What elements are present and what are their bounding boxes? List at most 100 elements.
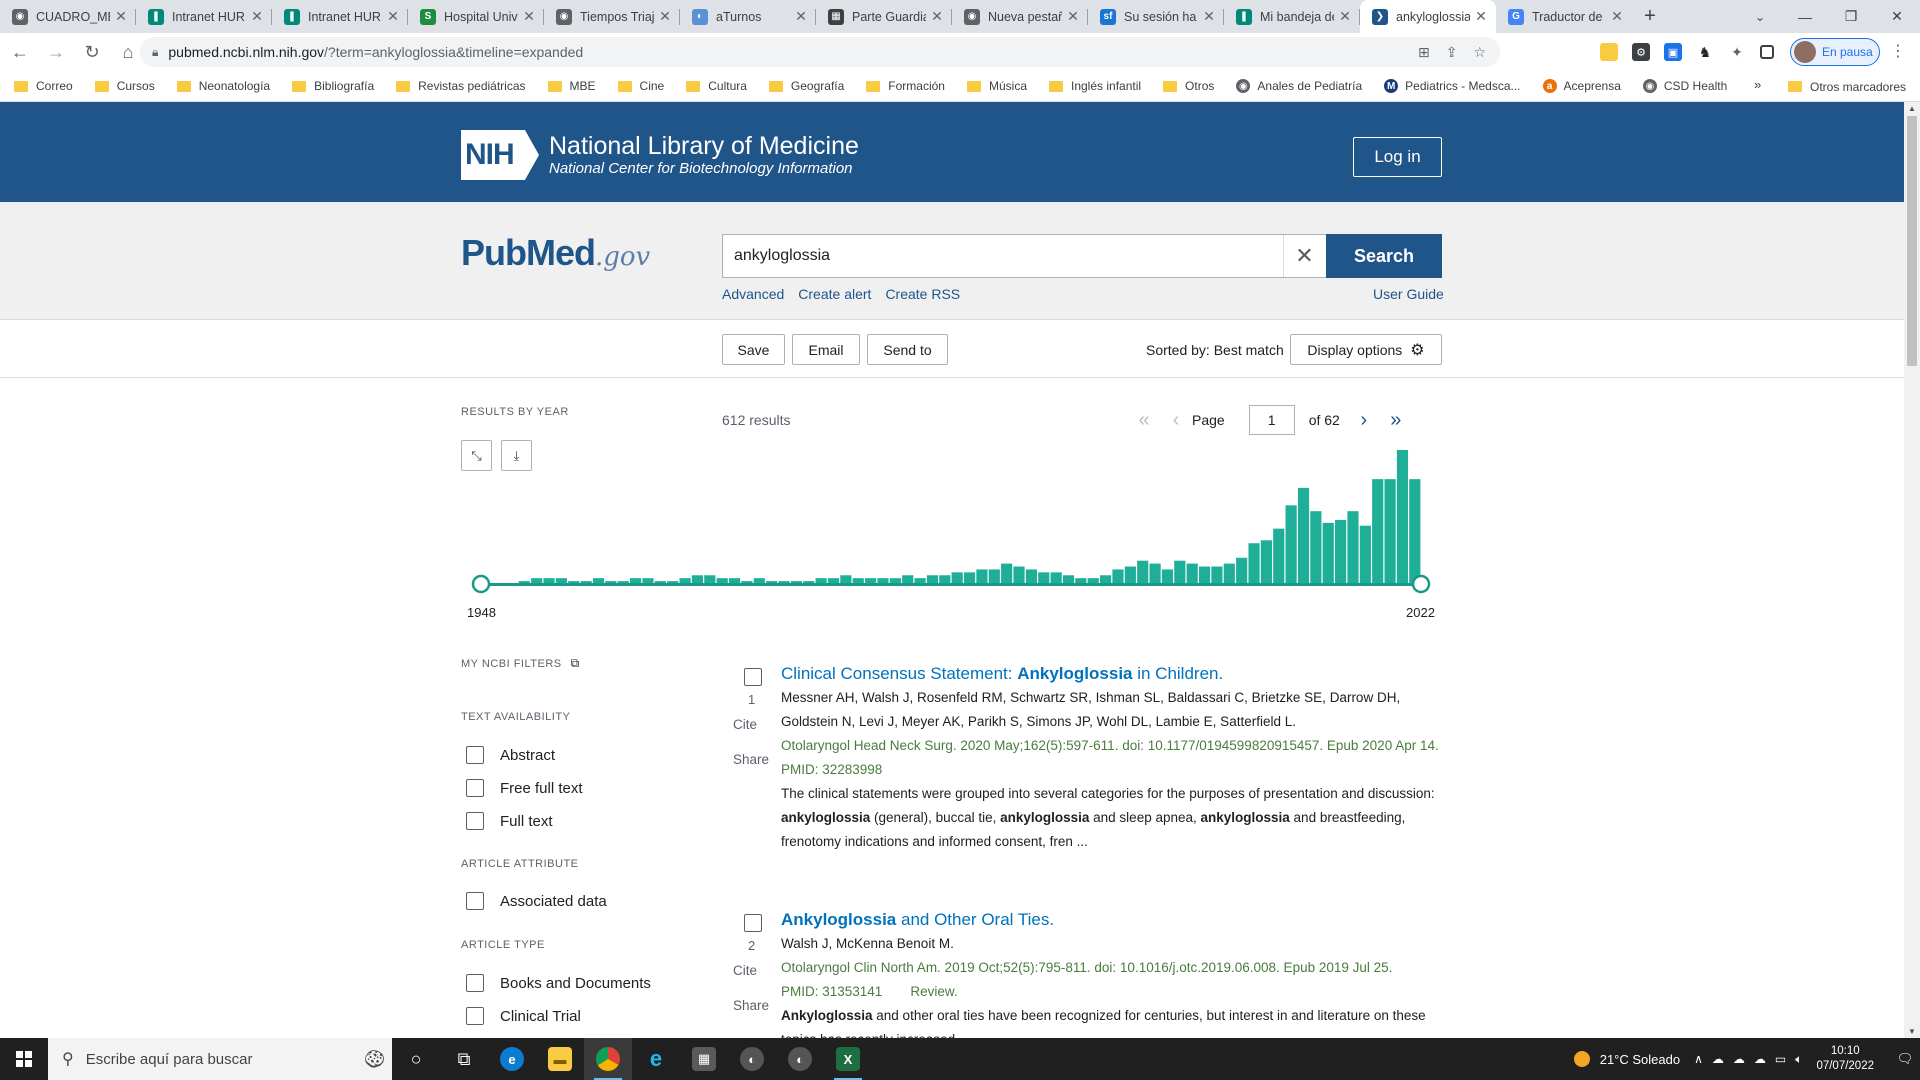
- share-button[interactable]: Share: [733, 752, 769, 767]
- last-page-icon[interactable]: »: [1380, 409, 1412, 432]
- year-bar[interactable]: [1211, 566, 1223, 584]
- cite-button[interactable]: Cite: [733, 717, 757, 732]
- bookmark-item[interactable]: Inglés infantil: [1049, 79, 1141, 93]
- tab-close-icon[interactable]: ✕: [658, 8, 672, 25]
- send-to-button[interactable]: Send to: [867, 334, 948, 365]
- year-bar[interactable]: [1409, 479, 1421, 584]
- onedrive-icon-3[interactable]: ☁: [1754, 1052, 1766, 1067]
- page-number-input[interactable]: 1: [1248, 405, 1295, 435]
- page-scrollbar[interactable]: ▲ ▼: [1904, 102, 1920, 1038]
- year-bar[interactable]: [840, 575, 852, 584]
- restore-icon[interactable]: ❐: [1828, 0, 1874, 33]
- filter-clinical-trial[interactable]: Clinical Trial: [466, 1007, 581, 1025]
- bookmark-item[interactable]: Música: [966, 79, 1027, 93]
- browser-tab[interactable]: ◉ CUADRO_ME ✕: [0, 0, 136, 33]
- search-button[interactable]: Search: [1326, 234, 1442, 278]
- year-bar[interactable]: [1050, 572, 1062, 584]
- internet-explorer-icon[interactable]: e: [632, 1038, 680, 1080]
- create-alert-link[interactable]: Create alert: [798, 286, 871, 302]
- browser-tab[interactable]: ▦ Parte Guardia ✕: [816, 0, 952, 33]
- bookmark-item[interactable]: Bibliografía: [292, 79, 374, 93]
- onedrive-icon[interactable]: ☁: [1712, 1052, 1724, 1067]
- tab-close-icon[interactable]: ✕: [1474, 8, 1488, 25]
- browser-tab[interactable]: ❚ Mi bandeja de ✕: [1224, 0, 1360, 33]
- year-bar[interactable]: [1001, 563, 1013, 584]
- bookmark-item[interactable]: Cine: [617, 79, 664, 93]
- bookmark-item[interactable]: Geografía: [768, 79, 844, 93]
- bookmark-item[interactable]: MBE: [547, 79, 596, 93]
- year-bar[interactable]: [963, 572, 976, 584]
- year-bar[interactable]: [1149, 563, 1161, 584]
- year-bar[interactable]: [1310, 511, 1322, 584]
- year-bar[interactable]: [1384, 479, 1396, 584]
- year-bar[interactable]: [1335, 519, 1347, 584]
- clock[interactable]: 10:10 07/07/2022: [1816, 1044, 1874, 1074]
- app-globe-icon-2[interactable]: ◐: [776, 1038, 824, 1080]
- tab-close-icon[interactable]: ✕: [386, 8, 400, 25]
- browser-tab[interactable]: ◐ aTurnos ✕: [680, 0, 816, 33]
- create-rss-link[interactable]: Create RSS: [885, 286, 960, 302]
- year-bar[interactable]: [1322, 522, 1334, 584]
- task-view-icon[interactable]: ⧉: [440, 1038, 488, 1080]
- bookmark-item[interactable]: M Pediatrics - Medsca...: [1384, 79, 1521, 93]
- year-bar[interactable]: [1137, 560, 1149, 584]
- volume-icon[interactable]: 🔈︎: [1795, 1052, 1802, 1067]
- year-bar[interactable]: [1297, 487, 1310, 584]
- tab-close-icon[interactable]: ✕: [794, 8, 808, 25]
- year-bar[interactable]: [1013, 566, 1025, 584]
- scroll-up-icon[interactable]: ▲: [1908, 104, 1916, 113]
- bookmark-item[interactable]: Otros: [1163, 79, 1214, 93]
- year-bar[interactable]: [1198, 566, 1211, 584]
- ext-bird-icon[interactable]: ♞: [1696, 43, 1714, 61]
- taskbar-search-box[interactable]: ⚲ Escribe aquí para buscar 🍪︎: [48, 1038, 392, 1080]
- bookmark-item[interactable]: Revistas pediátricas: [396, 79, 526, 93]
- tab-close-icon[interactable]: ✕: [1610, 8, 1624, 25]
- clear-search-icon[interactable]: ✕: [1283, 235, 1325, 277]
- display-options-button[interactable]: Display options ⚙: [1290, 334, 1442, 365]
- translate-icon[interactable]: ⊞: [1418, 44, 1430, 61]
- bookmark-star-icon[interactable]: ☆: [1473, 44, 1486, 61]
- profile-button[interactable]: En pausa: [1790, 38, 1880, 66]
- year-bar[interactable]: [1285, 505, 1297, 584]
- tab-close-icon[interactable]: ✕: [1202, 8, 1216, 25]
- file-explorer-icon[interactable]: ▬: [536, 1038, 584, 1080]
- my-ncbi-filters-label[interactable]: MY NCBI FILTERS ⧉: [461, 656, 580, 671]
- edge-icon[interactable]: e: [488, 1038, 536, 1080]
- share-button[interactable]: Share: [733, 998, 769, 1013]
- year-bar[interactable]: [939, 575, 951, 584]
- filter-full-text[interactable]: Full text: [466, 812, 553, 830]
- advanced-link[interactable]: Advanced: [722, 286, 784, 302]
- year-bar[interactable]: [1396, 450, 1409, 584]
- year-bar[interactable]: [976, 569, 988, 584]
- new-tab-icon[interactable]: +: [1632, 0, 1668, 33]
- filter-free-full-text[interactable]: Free full text: [466, 779, 583, 797]
- onedrive-icon-2[interactable]: ☁: [1733, 1052, 1745, 1067]
- start-button[interactable]: [0, 1038, 48, 1080]
- year-bar[interactable]: [988, 569, 1000, 584]
- bookmark-item[interactable]: Formación: [866, 79, 945, 93]
- bookmark-item[interactable]: Neonatología: [176, 79, 270, 93]
- results-by-year-chart[interactable]: [461, 442, 1443, 612]
- year-bar[interactable]: [1186, 563, 1198, 584]
- year-bar[interactable]: [1248, 543, 1260, 584]
- range-start-handle[interactable]: [471, 574, 491, 594]
- checkbox[interactable]: [466, 1007, 484, 1025]
- other-bookmarks[interactable]: Otros marcadores: [1788, 71, 1906, 102]
- share-icon[interactable]: ⇪: [1446, 44, 1458, 61]
- bookmark-item[interactable]: ◉ CSD Health: [1642, 79, 1727, 93]
- year-bar[interactable]: [1273, 528, 1285, 584]
- more-bookmarks-icon[interactable]: »: [1754, 77, 1761, 92]
- year-bar[interactable]: [704, 575, 716, 584]
- extensions-puzzle-icon[interactable]: ✦: [1728, 43, 1746, 61]
- year-bar[interactable]: [951, 572, 963, 584]
- user-guide-link[interactable]: User Guide: [1373, 286, 1444, 302]
- year-bar[interactable]: [902, 575, 914, 584]
- checkbox[interactable]: [466, 746, 484, 764]
- year-bar[interactable]: [1062, 575, 1075, 584]
- checkbox[interactable]: [466, 892, 484, 910]
- browser-menu-icon[interactable]: ⋮: [1890, 41, 1906, 61]
- filter-abstract[interactable]: Abstract: [466, 746, 555, 764]
- minimize-icon[interactable]: —: [1782, 0, 1828, 33]
- cortana-icon[interactable]: ○: [392, 1038, 440, 1080]
- year-bar[interactable]: [1260, 540, 1272, 584]
